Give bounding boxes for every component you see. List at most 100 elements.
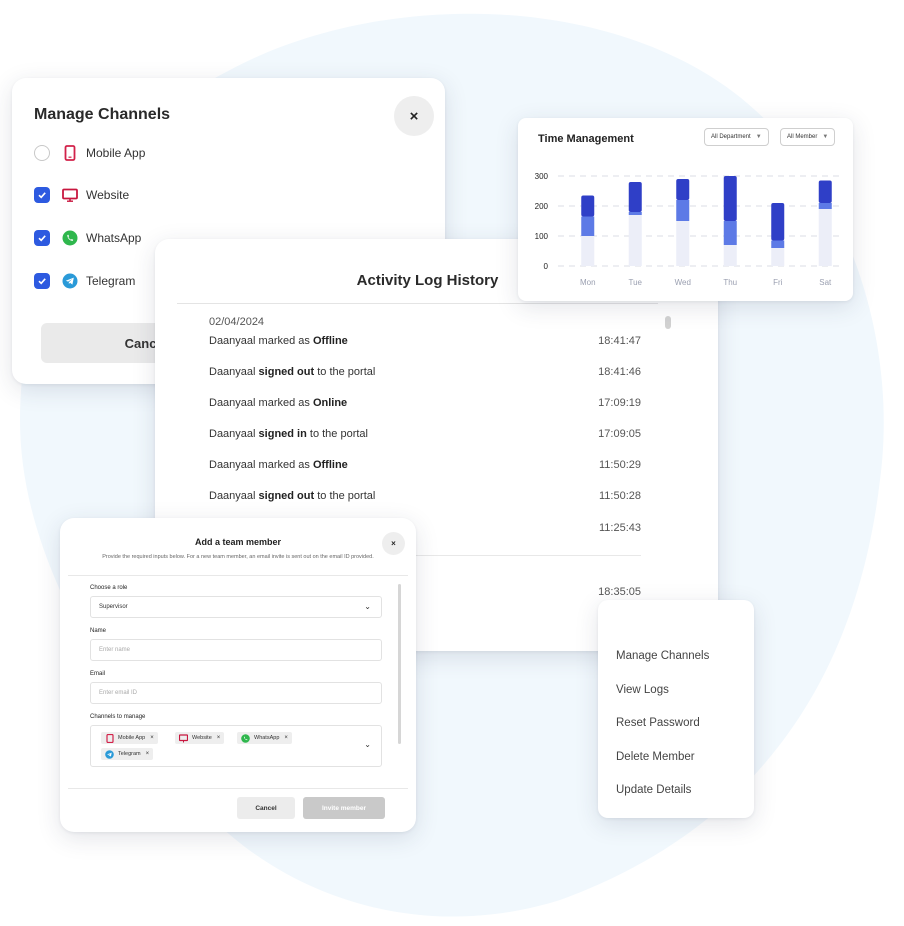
log-date: 02/04/2024 [209,316,265,328]
bar-segment [581,195,595,217]
log-time: 11:25:43 [598,522,641,534]
menu-item-reset-password[interactable]: Reset Password [616,717,700,729]
x-tick-label: Tue [629,278,643,287]
close-icon: × [391,539,396,548]
bar-segment [771,203,785,241]
divider [68,788,408,789]
log-time: 18:41:46 [598,366,641,378]
divider [68,575,408,576]
bar-segment [771,248,785,266]
dialog-subtitle: Provide the required inputs below. For a… [102,554,374,560]
remove-chip-icon[interactable]: × [217,735,221,741]
scrollbar[interactable] [665,316,671,329]
member-actions-menu: Manage Channels View Logs Reset Password… [598,600,754,818]
log-text: Daanyaal marked as Offline [209,335,348,347]
channel-chip-whatsapp: WhatsApp × [237,732,292,744]
x-tick-label: Sat [819,278,832,287]
menu-item-view-logs[interactable]: View Logs [616,684,669,696]
channel-option-telegram[interactable]: Telegram [34,270,135,292]
log-entry: Daanyaal marked as Online 17:09:19 [209,397,641,409]
channel-label: Telegram [86,274,136,288]
x-tick-label: Mon [580,278,596,287]
log-entry: Daanyaal marked as Offline 11:50:29 [209,459,641,471]
add-team-member-dialog: Add a team member Provide the required i… [60,518,416,832]
log-entry: Daanyaal signed out to the portal 11:50:… [209,490,641,502]
divider [177,303,658,304]
bar-chart: 0 100 200 300 Mon Tue Wed Thu Fri Sat [535,172,843,287]
remove-chip-icon[interactable]: × [150,735,154,741]
whatsapp-icon [241,733,250,743]
channel-chip-website: Website × [175,732,225,744]
log-entry: Daanyaal signed out to the portal 18:41:… [209,366,641,378]
bar-segment [676,200,690,221]
mobile-icon [62,145,78,161]
checkbox-unchecked[interactable] [34,145,50,161]
log-time: 17:09:19 [598,397,641,409]
channel-option-mobile-app[interactable]: Mobile App [34,142,145,164]
y-tick-label: 0 [544,262,549,271]
bar-segment [676,221,690,266]
bar-segment [723,221,737,245]
menu-item-update-details[interactable]: Update Details [616,784,691,796]
dialog-title: Add a team member [194,537,282,547]
role-label: Choose a role [90,585,128,591]
stage: Manage Channels × Mobile App Website Wha… [0,0,904,926]
log-time: 11:50:29 [598,459,641,471]
bar-segment [628,215,642,266]
close-icon: × [409,107,419,125]
channels-multiselect[interactable]: Mobile App × Website × WhatsApp × Telegr… [90,725,382,767]
channels-label: Channels to manage [90,714,146,720]
bar-segment [628,182,642,212]
close-button[interactable]: × [382,532,405,555]
bar-segment [818,203,832,209]
y-tick-label: 100 [535,232,549,241]
log-time: 18:41:47 [598,335,641,347]
menu-item-delete-member[interactable]: Delete Member [616,751,695,763]
cancel-button[interactable]: Cancel [237,797,295,819]
email-label: Email [90,671,106,677]
monitor-icon [62,187,78,203]
log-entry: Daanyaal signed in to the portal 17:09:0… [209,428,641,440]
chevron-down-icon: ⌄ [364,740,371,749]
email-input[interactable]: Enter email ID [90,682,382,704]
remove-chip-icon[interactable]: × [284,735,288,741]
bar-segment [723,176,737,221]
channel-option-whatsapp[interactable]: WhatsApp [34,227,141,249]
y-tick-label: 300 [535,172,549,181]
log-text: Daanyaal signed in to the portal [209,428,368,440]
log-text: Daanyaal marked as Offline [209,459,348,471]
checkbox-checked[interactable] [34,187,50,203]
log-text: Daanyaal signed out to the portal [209,490,376,502]
telegram-icon [62,273,78,289]
manage-channels-title: Manage Channels [34,106,171,123]
menu-item-manage-channels[interactable]: Manage Channels [616,650,709,662]
channel-label: Website [86,188,130,202]
whatsapp-icon [62,230,78,246]
bar-segment [628,212,642,215]
checkbox-checked[interactable] [34,273,50,289]
log-time: 11:50:28 [598,490,641,502]
log-time: 18:35:05 [598,586,641,598]
channel-label: Mobile App [86,146,146,160]
channel-chip-telegram: Telegram × [101,748,154,760]
invite-member-button[interactable]: Invite member [303,797,385,819]
time-management-card: Time Management All Department ▼ All Memb… [518,118,853,301]
channel-chip-mobile-app: Mobile App × [101,732,158,744]
log-text: Daanyaal signed out to the portal [209,366,376,378]
scrollbar[interactable] [398,584,401,744]
bar-segment [676,179,690,200]
close-button[interactable]: × [394,96,434,136]
bar-segment [581,236,595,266]
channel-option-website[interactable]: Website [34,184,129,206]
checkbox-checked[interactable] [34,230,50,246]
log-text: Daanyaal marked as Online [209,397,348,409]
name-input[interactable]: Enter name [90,639,382,661]
channel-label: WhatsApp [86,231,142,245]
log-time: 17:09:05 [598,428,641,440]
remove-chip-icon[interactable]: × [146,751,150,757]
monitor-icon [179,733,188,743]
bar-segment [723,245,737,266]
mobile-icon [105,733,114,743]
x-tick-label: Wed [675,278,691,287]
role-select[interactable]: Supervisor ⌄ [90,596,382,618]
